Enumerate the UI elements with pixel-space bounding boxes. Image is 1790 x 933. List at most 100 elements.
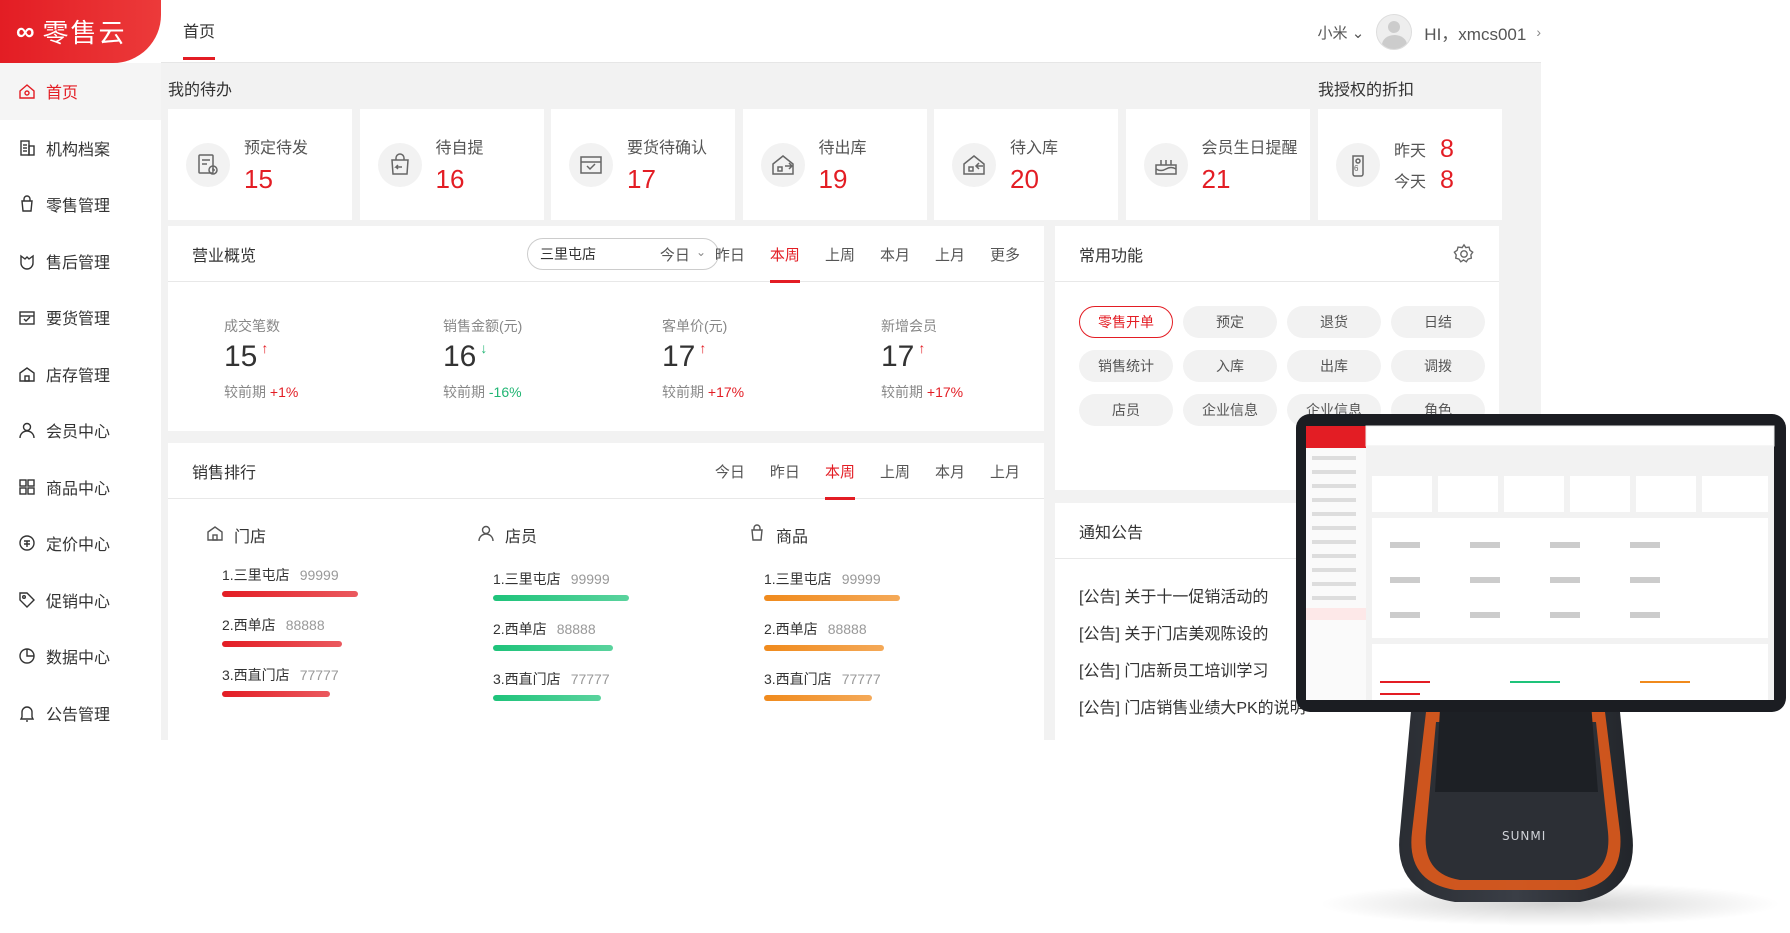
ranking-column: 门店 1.三里屯店 99999 2.西单店 88888 3.西直门店 77777 <box>207 523 452 697</box>
gear-icon[interactable] <box>1453 243 1475 265</box>
ranking-item-name: 1.三里屯店 <box>764 571 832 587</box>
period-tab[interactable]: 昨日 <box>770 461 800 482</box>
sidebar-item-label: 促销中心 <box>46 593 111 611</box>
todo-title: 我的待办 <box>168 82 233 99</box>
notice-item[interactable]: [公告] 关于十一促销活动的 <box>1079 583 1268 607</box>
period-tab[interactable]: 本周 <box>824 461 855 500</box>
confirm-box-icon <box>569 142 613 187</box>
todo-card[interactable]: 待自提 16 <box>359 109 544 220</box>
notices-title: 通知公告 <box>1079 524 1144 542</box>
period-tab[interactable]: 更多 <box>990 244 1020 265</box>
ranking-column: 商品 1.三里屯店 99999 2.西单店 88888 3.西直门店 77777 <box>751 523 994 701</box>
function-chip[interactable]: 企业信息 <box>1183 394 1277 426</box>
todo-card[interactable]: 待入库 20 <box>934 109 1118 220</box>
ranking-bar <box>222 691 330 697</box>
period-tab[interactable]: 上月 <box>935 244 965 265</box>
ranking-column-title: 商品 <box>776 529 809 546</box>
ranking-item-value: 88888 <box>556 621 596 637</box>
function-chip[interactable]: 日结 <box>1391 306 1485 338</box>
function-chip[interactable]: 入库 <box>1183 350 1277 382</box>
ranking-item[interactable]: 3.西直门店 77777 <box>764 669 881 689</box>
ranking-item[interactable]: 2.西单店 88888 <box>222 615 325 635</box>
ranking-item[interactable]: 2.西单店 88888 <box>764 619 867 639</box>
function-chip[interactable]: 零售开单 <box>1079 306 1173 338</box>
todo-card[interactable]: 预定待发 15 <box>168 109 352 220</box>
sidebar-item-4[interactable]: 要货管理 <box>0 289 161 346</box>
sidebar-item-2[interactable]: 零售管理 <box>0 176 161 233</box>
user-icon <box>477 524 505 547</box>
ranking-item[interactable]: 1.三里屯店 99999 <box>493 569 610 589</box>
period-tab[interactable]: 上周 <box>880 461 910 482</box>
todo-card-label: 要货待确认 <box>627 140 708 157</box>
ranking-item[interactable]: 1.三里屯店 99999 <box>764 569 881 589</box>
period-tab[interactable]: 本月 <box>880 244 910 265</box>
sidebar-item-5[interactable]: 店存管理 <box>0 346 161 403</box>
chevron-down-icon: ⌄ <box>1351 24 1365 42</box>
sidebar-item-label: 要货管理 <box>46 311 111 329</box>
store-switcher[interactable]: 小米 ⌄ <box>1318 22 1365 43</box>
function-chip[interactable]: 出库 <box>1287 350 1381 382</box>
sidebar-item-7[interactable]: 商品中心 <box>0 459 161 516</box>
sales-ranking-title: 销售排行 <box>192 464 257 482</box>
chevron-right-icon[interactable]: › <box>1536 24 1541 40</box>
todo-card-label: 会员生日提醒 <box>1201 140 1298 157</box>
ranking-item[interactable]: 3.西直门店 77777 <box>493 669 610 689</box>
sidebar-item-3[interactable]: 售后管理 <box>0 233 161 290</box>
sidebar-item-10[interactable]: 数据中心 <box>0 628 161 685</box>
reservation-icon <box>186 142 230 187</box>
sidebar-item-label: 首页 <box>46 85 79 103</box>
box-icon <box>18 308 36 326</box>
todo-card[interactable]: 待出库 19 <box>742 109 927 220</box>
ranking-bar <box>764 645 884 651</box>
sidebar-item-label: 商品中心 <box>46 480 111 498</box>
todo-card-value: 15 <box>244 164 273 194</box>
function-chip[interactable]: 退货 <box>1287 306 1381 338</box>
function-chip[interactable]: 调拨 <box>1391 350 1485 382</box>
ranking-item[interactable]: 1.三里屯店 99999 <box>222 565 339 585</box>
period-tab[interactable]: 本月 <box>935 461 965 482</box>
discount-yesterday-label: 昨天 <box>1394 143 1427 160</box>
period-tab[interactable]: 今日 <box>715 461 745 482</box>
notice-item[interactable]: [公告] 门店新员工培训学习 <box>1079 657 1268 681</box>
todo-card-label: 预定待发 <box>244 140 309 157</box>
period-tab[interactable]: 上月 <box>990 461 1020 482</box>
period-tab[interactable]: 本周 <box>769 244 800 283</box>
ranking-item-name: 3.西直门店 <box>222 667 290 683</box>
sidebar-item-11[interactable]: 公告管理 <box>0 685 161 741</box>
notice-item[interactable]: [公告] 门店销售业绩大PK的说明 <box>1079 694 1306 718</box>
avatar[interactable] <box>1376 14 1413 50</box>
period-tab[interactable]: 上周 <box>825 244 855 265</box>
ranking-item-value: 77777 <box>570 671 610 687</box>
period-tab[interactable]: 今日 <box>660 244 690 265</box>
sidebar-item-1[interactable]: 机构档案 <box>0 120 161 177</box>
function-chip[interactable]: 销售统计 <box>1079 350 1173 382</box>
sidebar-item-6[interactable]: 会员中心 <box>0 402 161 459</box>
ranking-bar <box>493 695 601 701</box>
function-chip[interactable]: 预定 <box>1183 306 1277 338</box>
sidebar-item-label: 售后管理 <box>46 254 111 272</box>
todo-card[interactable]: 要货待确认 17 <box>551 109 735 220</box>
ranking-item[interactable]: 3.西直门店 77777 <box>222 665 339 685</box>
sidebar-nav: 首页机构档案 零售管理售后管理要货管理店存管理 会员中心商品中心定价中心促销中心数据… <box>0 63 161 740</box>
sidebar-item-9[interactable]: 促销中心 <box>0 572 161 629</box>
ranking-bar <box>764 695 872 701</box>
app-logo[interactable]: ∞ 零售云 <box>0 0 161 63</box>
discount-today-label: 今天 <box>1394 174 1427 191</box>
service-icon <box>18 252 36 270</box>
ranking-item[interactable]: 2.西单店 88888 <box>493 619 596 639</box>
sidebar-item-0[interactable]: 首页 <box>0 63 161 120</box>
discount-card[interactable]: 6 昨天 8 今天 8 <box>1318 109 1502 220</box>
user-greeting[interactable]: HI，xmcs001 <box>1424 20 1526 45</box>
todo-card[interactable]: 会员生日提醒 21 <box>1125 109 1310 220</box>
tag-icon <box>18 591 36 609</box>
sidebar: ∞ 零售云 首页机构档案 零售管理售后管理要货管理店存管理 会员中心商品中心定价中心… <box>0 0 161 740</box>
function-chip[interactable]: 店员 <box>1079 394 1173 426</box>
metric-value: 17 <box>881 340 915 373</box>
period-tab[interactable]: 昨日 <box>715 244 745 265</box>
ranking-bar <box>493 595 629 601</box>
home-icon <box>18 82 36 100</box>
metric-card: 新增会员 17 ↑ 较前期 +17% <box>881 316 1061 402</box>
notice-item[interactable]: [公告] 关于门店美观陈设的 <box>1079 620 1268 644</box>
sidebar-item-8[interactable]: 定价中心 <box>0 515 161 572</box>
tab-home[interactable]: 首页 <box>183 18 216 60</box>
